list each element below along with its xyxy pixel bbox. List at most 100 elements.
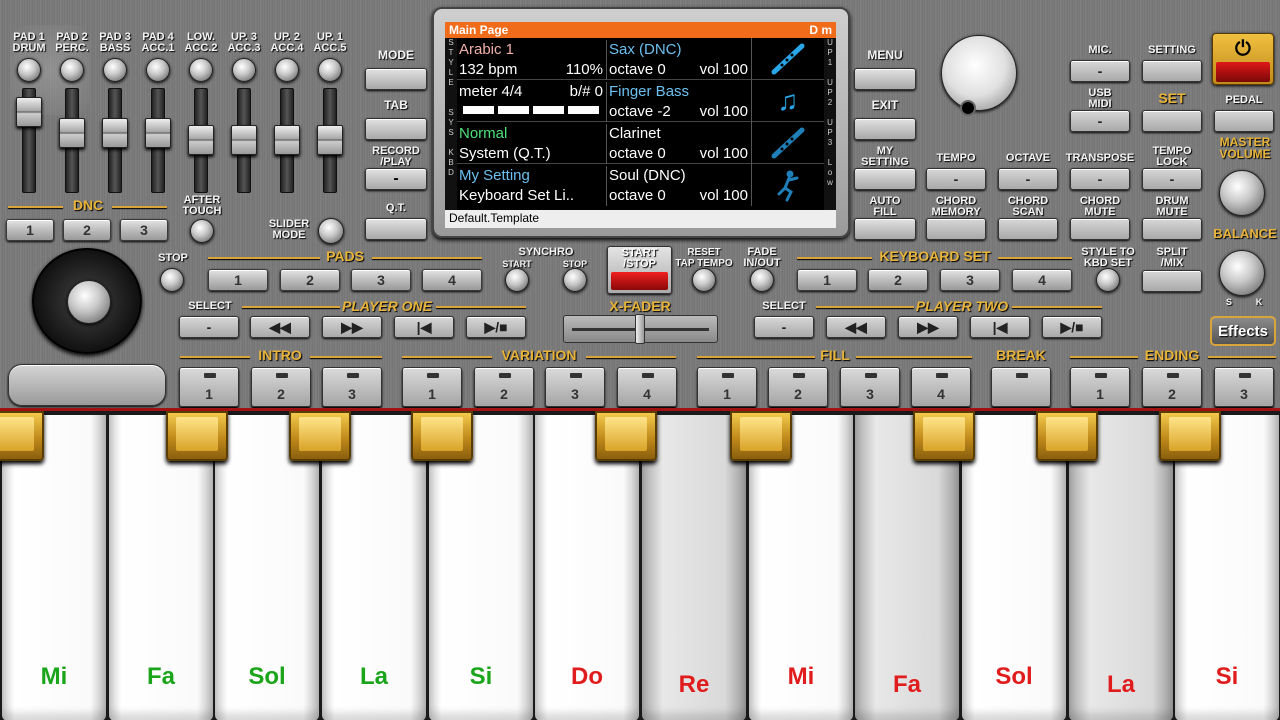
tempo-lock-button[interactable]: - xyxy=(1142,168,1202,190)
ending-button-3[interactable]: 3 xyxy=(1214,367,1274,407)
balance-knob[interactable] xyxy=(1219,250,1265,296)
break-button[interactable] xyxy=(991,367,1051,407)
fill-button-4[interactable]: 4 xyxy=(911,367,971,407)
black-key-9[interactable] xyxy=(1159,411,1221,461)
effects-button[interactable]: Effects xyxy=(1210,316,1276,346)
player-one-rewind-button[interactable]: ◀◀ xyxy=(250,316,310,338)
chord-scan-button[interactable] xyxy=(998,218,1058,240)
style-to-kbd-knob[interactable] xyxy=(1096,268,1120,292)
pad-knob-5[interactable] xyxy=(189,58,213,82)
octave-button[interactable]: - xyxy=(998,168,1058,190)
kbdset-button-4[interactable]: 4 xyxy=(1012,269,1072,291)
screen-row-sys[interactable]: Normal System (Q.T.) Clarinet octave 0 vol … xyxy=(457,122,824,164)
variation-button-3[interactable]: 3 xyxy=(545,367,605,407)
player-two-rewind-button[interactable]: ◀◀ xyxy=(826,316,886,338)
pad-knob-4[interactable] xyxy=(146,58,170,82)
joystick[interactable] xyxy=(32,248,142,354)
auto-fill-button[interactable] xyxy=(854,218,916,240)
player-one-forward-button[interactable]: ▶▶ xyxy=(322,316,382,338)
black-key-5[interactable] xyxy=(595,411,657,461)
slider-2[interactable] xyxy=(59,118,85,148)
chord-memory-button[interactable] xyxy=(926,218,986,240)
slider-7[interactable] xyxy=(274,125,300,155)
white-key-7[interactable]: Re xyxy=(642,415,746,720)
player-one-prev-button[interactable]: |◀ xyxy=(394,316,454,338)
pad-button-3[interactable]: 3 xyxy=(351,269,411,291)
black-key-3[interactable] xyxy=(289,411,351,461)
kbdset-button-2[interactable]: 2 xyxy=(868,269,928,291)
fade-knob[interactable] xyxy=(750,268,774,292)
chord-mute-button[interactable] xyxy=(1070,218,1130,240)
slider-8[interactable] xyxy=(317,125,343,155)
black-key-2[interactable] xyxy=(166,411,228,461)
pad-button-2[interactable]: 2 xyxy=(280,269,340,291)
dnc-button-3[interactable]: 3 xyxy=(120,219,168,241)
synchro-start-knob[interactable] xyxy=(505,268,529,292)
start-stop-button[interactable]: START /STOP xyxy=(607,246,672,294)
screen-row-style[interactable]: Arabic 1 132 bpm 110% Sax (DNC) octave 0 vol… xyxy=(457,38,824,80)
usb-midi-button[interactable]: - xyxy=(1070,110,1130,132)
intro-button-1[interactable]: 1 xyxy=(179,367,239,407)
my-setting-button[interactable] xyxy=(854,168,916,190)
pedal-button[interactable] xyxy=(1214,110,1274,132)
fill-button-2[interactable]: 2 xyxy=(768,367,828,407)
pads-stop-knob[interactable] xyxy=(160,268,184,292)
mode-button[interactable] xyxy=(365,68,427,90)
player-two-select-button[interactable]: - xyxy=(754,316,814,338)
dnc-button-2[interactable]: 2 xyxy=(63,219,111,241)
slider-5[interactable] xyxy=(188,125,214,155)
pad-knob-7[interactable] xyxy=(275,58,299,82)
intro-button-2[interactable]: 2 xyxy=(251,367,311,407)
player-one-select-button[interactable]: - xyxy=(179,316,239,338)
player-one-play-stop-button[interactable]: ▶/■ xyxy=(466,316,526,338)
pitch-bar[interactable] xyxy=(8,364,166,406)
reset-tap-knob[interactable] xyxy=(692,268,716,292)
pad-knob-2[interactable] xyxy=(60,58,84,82)
screen-row-kbd[interactable]: My Setting Keyboard Set Li.. Soul (DNC) oc… xyxy=(457,164,824,206)
transpose-button[interactable]: - xyxy=(1070,168,1130,190)
pad-button-4[interactable]: 4 xyxy=(422,269,482,291)
ending-button-1[interactable]: 1 xyxy=(1070,367,1130,407)
variation-button-1[interactable]: 1 xyxy=(402,367,462,407)
variation-button-2[interactable]: 2 xyxy=(474,367,534,407)
pad-knob-6[interactable] xyxy=(232,58,256,82)
player-two-forward-button[interactable]: ▶▶ xyxy=(898,316,958,338)
kbdset-button-1[interactable]: 1 xyxy=(797,269,857,291)
qt-button[interactable] xyxy=(365,218,427,240)
screen-row-meter[interactable]: meter 4/4 b/# 0 Finger Bass octave -2 vol 1… xyxy=(457,80,824,122)
black-key-7[interactable] xyxy=(913,411,975,461)
black-key-1[interactable] xyxy=(0,411,44,461)
pad-button-1[interactable]: 1 xyxy=(208,269,268,291)
joystick-knob[interactable] xyxy=(67,280,111,324)
tempo-button[interactable]: - xyxy=(926,168,986,190)
variation-button-4[interactable]: 4 xyxy=(617,367,677,407)
slider-mode-knob[interactable] xyxy=(318,218,344,244)
mic-button[interactable]: - xyxy=(1070,60,1130,82)
fill-button-1[interactable]: 1 xyxy=(697,367,757,407)
data-dial[interactable] xyxy=(941,35,1017,111)
kbdset-button-3[interactable]: 3 xyxy=(940,269,1000,291)
after-touch-knob[interactable] xyxy=(190,219,214,243)
fill-button-3[interactable]: 3 xyxy=(840,367,900,407)
split-mix-button[interactable] xyxy=(1142,270,1202,292)
ending-button-2[interactable]: 2 xyxy=(1142,367,1202,407)
synchro-stop-knob[interactable] xyxy=(563,268,587,292)
pad-knob-8[interactable] xyxy=(318,58,342,82)
slider-1[interactable] xyxy=(16,97,42,127)
pad-knob-3[interactable] xyxy=(103,58,127,82)
power-button[interactable]: ⏻ xyxy=(1212,33,1274,85)
dnc-button-1[interactable]: 1 xyxy=(6,219,54,241)
xfader-handle[interactable] xyxy=(635,314,645,344)
set-button[interactable] xyxy=(1142,110,1202,132)
setting-button[interactable] xyxy=(1142,60,1202,82)
black-key-4[interactable] xyxy=(411,411,473,461)
player-two-prev-button[interactable]: |◀ xyxy=(970,316,1030,338)
intro-button-3[interactable]: 3 xyxy=(322,367,382,407)
exit-button[interactable] xyxy=(854,118,916,140)
black-key-8[interactable] xyxy=(1036,411,1098,461)
master-volume-knob[interactable] xyxy=(1219,170,1265,216)
slider-6[interactable] xyxy=(231,125,257,155)
slider-4[interactable] xyxy=(145,118,171,148)
player-two-play-stop-button[interactable]: ▶/■ xyxy=(1042,316,1102,338)
record-play-button[interactable]: - xyxy=(365,168,427,190)
